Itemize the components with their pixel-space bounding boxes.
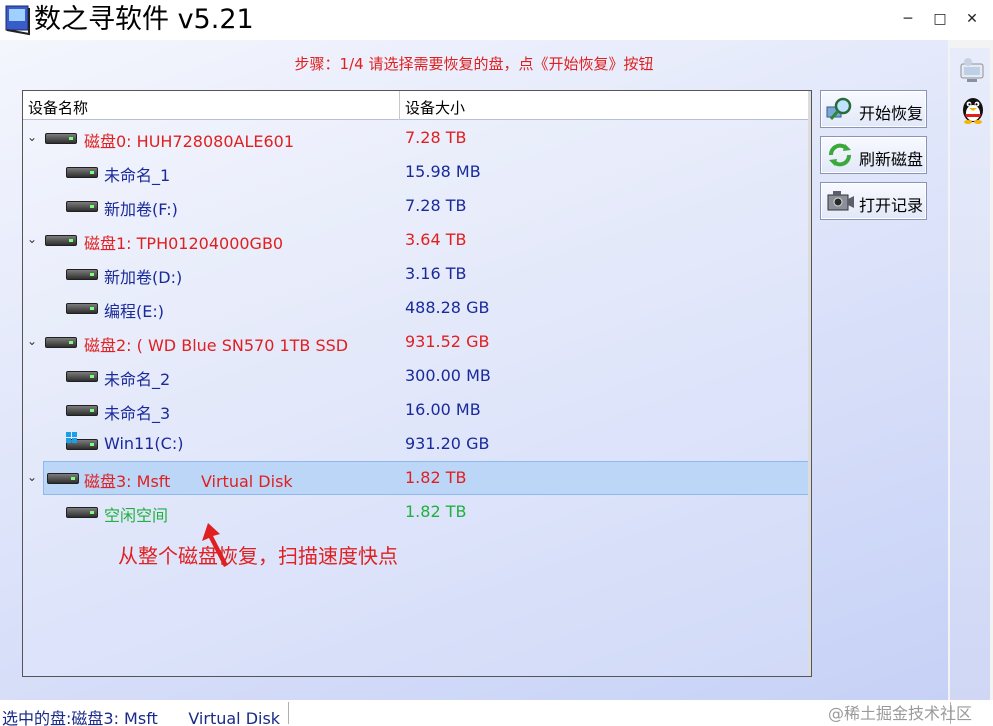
open-log-button[interactable]: 打开记录 [820, 182, 927, 220]
hard-drive-icon [45, 337, 77, 348]
row-size: 931.52 GB [405, 332, 490, 351]
step-instruction: 步骤：1/4 请选择需要恢复的盘，点《开始恢复》按钮 [294, 55, 654, 73]
qq-penguin-icon[interactable] [958, 94, 988, 124]
hard-drive-icon [66, 405, 98, 416]
disk-tree[interactable]: 设备名称 设备大小 ⌄ 磁盘0: HUH728080ALE601 7.28 TB… [22, 90, 812, 677]
row-size: 488.28 GB [405, 298, 490, 317]
status-divider [288, 702, 289, 724]
row-name: 空闲空间 [104, 506, 169, 525]
row-name: 编程(E:) [104, 302, 164, 321]
tree-row-partition[interactable]: Win11(C:) 931.20 GB [23, 427, 810, 461]
chevron-down-icon[interactable]: ⌄ [27, 130, 37, 144]
row-name: 磁盘1: TPH01204000GB0 [84, 234, 284, 253]
window-title: 数之寻软件 v5.21 [34, 4, 254, 35]
hard-drive-icon [66, 201, 98, 212]
hard-drive-icon [66, 507, 98, 518]
hard-drive-icon [45, 133, 77, 144]
row-size: 3.16 TB [405, 264, 467, 283]
title-bar: 数之寻软件 v5.21 ─ □ ✕ [0, 0, 993, 40]
row-name: 磁盘0: HUH728080ALE601 [84, 132, 295, 151]
maximize-button[interactable]: □ [930, 9, 950, 29]
tree-row-partition[interactable]: 新加卷(D:) 3.16 TB [23, 257, 810, 291]
main-panel: 步骤：1/4 请选择需要恢复的盘，点《开始恢复》按钮 设备名称 设备大小 ⌄ 磁… [0, 40, 948, 700]
camera-log-icon [827, 191, 854, 211]
row-name: 磁盘2: ( WD Blue SN570 1TB SSD [84, 336, 349, 355]
watermark-text: @稀土掘金技术社区 [828, 704, 973, 723]
app-logo-icon [5, 5, 30, 36]
tree-row-disk2[interactable]: ⌄ 磁盘2: ( WD Blue SN570 1TB SSD 931.52 GB [23, 325, 810, 359]
row-size: 1.82 TB [405, 468, 467, 487]
tree-row-partition[interactable]: 未命名_3 16.00 MB [23, 393, 810, 427]
tree-row-partition[interactable]: 编程(E:) 488.28 GB [23, 291, 810, 325]
hard-drive-icon [47, 473, 79, 484]
row-size: 1.82 TB [405, 502, 467, 521]
hard-drive-icon [66, 371, 98, 382]
hard-drive-icon [66, 303, 98, 314]
row-name: 未命名_2 [104, 370, 171, 389]
hard-drive-icon [45, 235, 77, 246]
row-name: 未命名_1 [104, 166, 171, 185]
row-name: Win11(C:) [104, 434, 184, 453]
tree-header: 设备名称 设备大小 [23, 91, 811, 120]
windows-logo-icon [66, 432, 78, 444]
chevron-down-icon[interactable]: ⌄ [27, 334, 37, 348]
tree-row-partition[interactable]: 未命名_2 300.00 MB [23, 359, 810, 393]
start-recovery-button[interactable]: 开始恢复 [820, 90, 927, 128]
side-toolstrip [948, 40, 993, 700]
column-divider[interactable] [399, 91, 400, 120]
system-drive-icon [66, 432, 98, 450]
row-size: 16.00 MB [405, 400, 481, 419]
start-recovery-label: 开始恢复 [859, 104, 924, 123]
side-toolstrip-panel [950, 48, 990, 700]
annotation-text: 从整个磁盘恢复，扫描速度快点 [118, 544, 398, 568]
row-size: 931.20 GB [405, 434, 490, 453]
hard-drive-icon [66, 167, 98, 178]
refresh-disk-button[interactable]: 刷新磁盘 [820, 136, 927, 174]
hard-drive-icon [66, 269, 98, 280]
column-header-name[interactable]: 设备名称 [28, 97, 88, 118]
row-name: 未命名_3 [104, 404, 171, 423]
network-computer-icon[interactable] [958, 56, 988, 86]
tree-row-partition[interactable]: 未命名_1 15.98 MB [23, 155, 810, 189]
row-name: 新加卷(F:) [104, 200, 178, 219]
row-size: 300.00 MB [405, 366, 491, 385]
tree-row-disk0[interactable]: ⌄ 磁盘0: HUH728080ALE601 7.28 TB [23, 121, 810, 155]
minimize-button[interactable]: ─ [898, 9, 918, 29]
row-size: 7.28 TB [405, 196, 467, 215]
selected-disk-status: 选中的盘:磁盘3: Msft Virtual Disk [2, 709, 281, 726]
row-name: 磁盘3: Msft Virtual Disk [84, 472, 293, 491]
row-size: 7.28 TB [405, 128, 467, 147]
tree-scrollbar[interactable] [808, 91, 811, 676]
column-header-size[interactable]: 设备大小 [405, 97, 465, 118]
refresh-icon [829, 143, 851, 167]
row-size: 3.64 TB [405, 230, 467, 249]
chevron-down-icon[interactable]: ⌄ [27, 232, 37, 246]
tree-row-partition[interactable]: 新加卷(F:) 7.28 TB [23, 189, 810, 223]
tree-row-disk1[interactable]: ⌄ 磁盘1: TPH01204000GB0 3.64 TB [23, 223, 810, 257]
row-name: 新加卷(D:) [104, 268, 183, 287]
open-log-label: 打开记录 [859, 196, 924, 215]
chevron-down-icon[interactable]: ⌄ [27, 470, 37, 484]
refresh-disk-label: 刷新磁盘 [859, 150, 924, 169]
magnifier-icon [826, 97, 852, 120]
tree-row-free-space[interactable]: 空闲空间 1.82 TB [23, 495, 810, 529]
row-size: 15.98 MB [405, 162, 481, 181]
tree-row-disk3-selected[interactable]: ⌄ 磁盘3: Msft Virtual Disk 1.82 TB [23, 461, 810, 495]
close-button[interactable]: ✕ [962, 9, 982, 29]
